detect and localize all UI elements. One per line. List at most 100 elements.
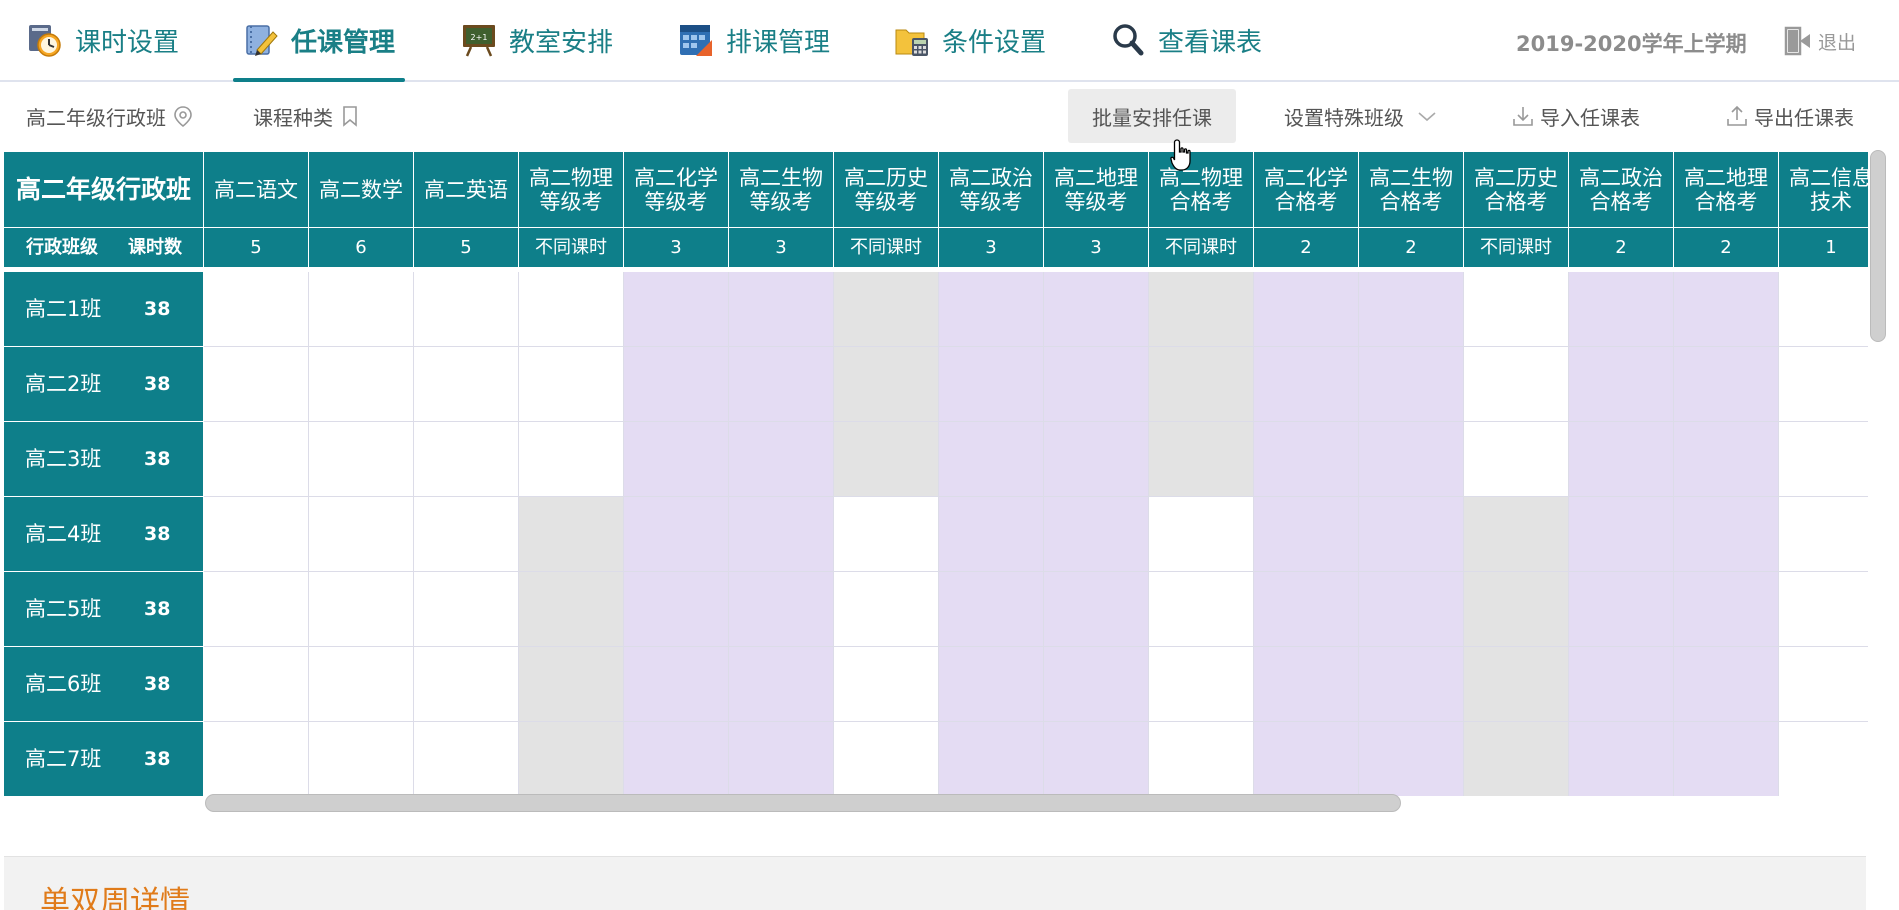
- assignment-cell[interactable]: [309, 347, 414, 422]
- assignment-cell[interactable]: [624, 497, 729, 572]
- assignment-cell[interactable]: [414, 647, 519, 722]
- assignment-cell[interactable]: [204, 572, 309, 647]
- export-button[interactable]: 导出任课表: [1726, 84, 1854, 148]
- assignment-cell[interactable]: [1044, 347, 1149, 422]
- assignment-cell[interactable]: [1779, 722, 1868, 796]
- assignment-cell[interactable]: [309, 497, 414, 572]
- assignment-cell[interactable]: [1359, 272, 1464, 347]
- assignment-cell[interactable]: [1044, 647, 1149, 722]
- assignment-cell[interactable]: [1779, 422, 1868, 497]
- logout-button[interactable]: 退出: [1784, 26, 1856, 56]
- nav-item-scheduling-management[interactable]: 排课管理: [678, 0, 830, 80]
- assignment-cell[interactable]: [519, 422, 624, 497]
- horizontal-scrollbar[interactable]: [205, 794, 1401, 812]
- assignment-cell[interactable]: [1044, 272, 1149, 347]
- special-class-dropdown[interactable]: 设置特殊班级: [1284, 84, 1438, 148]
- assignment-cell[interactable]: [1464, 722, 1569, 796]
- vertical-scrollbar[interactable]: [1870, 150, 1886, 342]
- nav-item-classroom-arrangement[interactable]: 2+1 教室安排: [461, 0, 613, 80]
- assignment-cell[interactable]: [309, 572, 414, 647]
- assignment-cell[interactable]: [1569, 572, 1674, 647]
- assignment-cell[interactable]: [1149, 572, 1254, 647]
- course-header[interactable]: 高二物理 合格考: [1149, 152, 1254, 228]
- assignment-cell[interactable]: [1464, 347, 1569, 422]
- assignment-cell[interactable]: [309, 272, 414, 347]
- assignment-cell[interactable]: [1359, 647, 1464, 722]
- assignment-cell[interactable]: [834, 422, 939, 497]
- course-header[interactable]: 高二政治 等级考: [939, 152, 1044, 228]
- import-button[interactable]: 导入任课表: [1512, 84, 1640, 148]
- course-header[interactable]: 高二地理 等级考: [1044, 152, 1149, 228]
- course-header[interactable]: 高二化学 合格考: [1254, 152, 1359, 228]
- assignment-cell[interactable]: [1674, 497, 1779, 572]
- assignment-cell[interactable]: [1674, 722, 1779, 796]
- course-header[interactable]: 高二语文: [204, 152, 309, 228]
- assignment-cell[interactable]: [519, 497, 624, 572]
- course-header[interactable]: 高二生物 合格考: [1359, 152, 1464, 228]
- nav-item-view-schedule[interactable]: 查看课表: [1110, 0, 1262, 80]
- assignment-cell[interactable]: [414, 572, 519, 647]
- assignment-cell[interactable]: [204, 272, 309, 347]
- nav-item-teaching-management[interactable]: 任课管理: [232, 0, 406, 82]
- assignment-cell[interactable]: [1464, 422, 1569, 497]
- assignment-cell[interactable]: [1779, 272, 1868, 347]
- assignment-cell[interactable]: [1254, 497, 1359, 572]
- assignment-cell[interactable]: [1359, 572, 1464, 647]
- assignment-cell[interactable]: [1569, 272, 1674, 347]
- assignment-cell[interactable]: [309, 722, 414, 796]
- assignment-cell[interactable]: [1254, 572, 1359, 647]
- assignment-cell[interactable]: [309, 422, 414, 497]
- assignment-cell[interactable]: [729, 422, 834, 497]
- assignment-cell[interactable]: [1044, 722, 1149, 796]
- assignment-cell[interactable]: [939, 722, 1044, 796]
- assignment-cell[interactable]: [834, 647, 939, 722]
- assignment-cell[interactable]: [1044, 572, 1149, 647]
- assignment-cell[interactable]: [729, 272, 834, 347]
- assignment-cell[interactable]: [1254, 722, 1359, 796]
- assignment-cell[interactable]: [729, 347, 834, 422]
- course-header[interactable]: 高二数学: [309, 152, 414, 228]
- assignment-cell[interactable]: [204, 497, 309, 572]
- course-header[interactable]: 高二英语: [414, 152, 519, 228]
- assignment-cell[interactable]: [414, 272, 519, 347]
- assignment-cell[interactable]: [1779, 572, 1868, 647]
- assignment-cell[interactable]: [1149, 422, 1254, 497]
- assignment-cell[interactable]: [204, 347, 309, 422]
- course-header[interactable]: 高二历史 等级考: [834, 152, 939, 228]
- assignment-cell[interactable]: [519, 272, 624, 347]
- assignment-cell[interactable]: [729, 572, 834, 647]
- assignment-cell[interactable]: [834, 347, 939, 422]
- course-header[interactable]: 高二生物 等级考: [729, 152, 834, 228]
- assignment-cell[interactable]: [729, 647, 834, 722]
- assignment-cell[interactable]: [939, 497, 1044, 572]
- assignment-cell[interactable]: [939, 422, 1044, 497]
- assignment-cell[interactable]: [519, 572, 624, 647]
- assignment-cell[interactable]: [204, 722, 309, 796]
- assignment-cell[interactable]: [414, 422, 519, 497]
- assignment-cell[interactable]: [939, 272, 1044, 347]
- course-header[interactable]: 高二信息 技术: [1779, 152, 1868, 228]
- assignment-cell[interactable]: [1254, 422, 1359, 497]
- assignment-cell[interactable]: [1569, 722, 1674, 796]
- assignment-cell[interactable]: [1149, 722, 1254, 796]
- assignment-cell[interactable]: [729, 497, 834, 572]
- assignment-cell[interactable]: [1674, 272, 1779, 347]
- assignment-cell[interactable]: [1569, 422, 1674, 497]
- assignment-cell[interactable]: [1359, 722, 1464, 796]
- assignment-cell[interactable]: [729, 722, 834, 796]
- assignment-cell[interactable]: [834, 722, 939, 796]
- assignment-cell[interactable]: [1044, 497, 1149, 572]
- assignment-cell[interactable]: [1254, 647, 1359, 722]
- assignment-cell[interactable]: [624, 422, 729, 497]
- assignment-cell[interactable]: [1569, 647, 1674, 722]
- course-header[interactable]: 高二化学 等级考: [624, 152, 729, 228]
- assignment-cell[interactable]: [939, 347, 1044, 422]
- assignment-cell[interactable]: [834, 572, 939, 647]
- assignment-cell[interactable]: [1254, 272, 1359, 347]
- assignment-cell[interactable]: [834, 272, 939, 347]
- assignment-cell[interactable]: [519, 347, 624, 422]
- assignment-cell[interactable]: [519, 647, 624, 722]
- assignment-cell[interactable]: [624, 272, 729, 347]
- course-header[interactable]: 高二物理 等级考: [519, 152, 624, 228]
- assignment-cell[interactable]: [1779, 347, 1868, 422]
